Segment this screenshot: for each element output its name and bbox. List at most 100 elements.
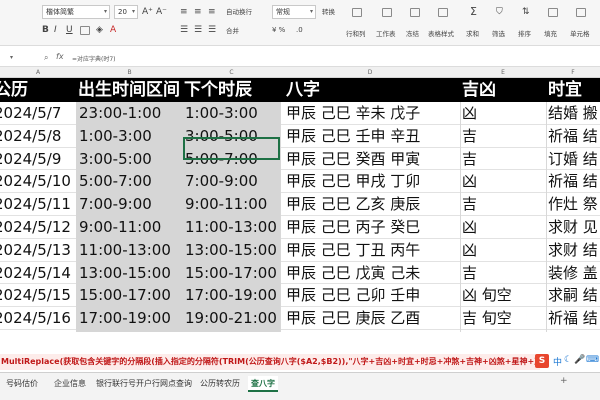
cell-jixiong[interactable]: 吉 旬空	[462, 307, 544, 330]
cell-date[interactable]: 2024/5/10	[0, 170, 74, 193]
header-cell-shiyi[interactable]: 时宜	[548, 78, 600, 102]
moon-icon[interactable]: ☾	[564, 355, 572, 365]
filter-button[interactable]: 筛选	[492, 28, 505, 38]
cell-bazi[interactable]: 甲辰 己巳 庚辰 乙酉	[286, 307, 458, 330]
cell-birth-range[interactable]: 13:00-15:00	[76, 261, 183, 285]
convert-button[interactable]: 转换	[322, 5, 335, 19]
align-center-icon[interactable]: ☰	[194, 24, 202, 36]
cell-next-shichen[interactable]: 11:00-13:00	[183, 216, 280, 239]
cell-jixiong[interactable]: 吉	[462, 148, 544, 171]
column-header-f[interactable]: F	[546, 67, 600, 78]
decrease-font-icon[interactable]: A⁻	[156, 6, 167, 18]
wrap-text-button[interactable]: 自动换行	[226, 5, 252, 19]
column-header-d[interactable]: D	[280, 67, 460, 78]
cell-birth-range[interactable]: 9:00-11:00	[76, 216, 183, 239]
cell-shiyi[interactable]: 订婚 结	[548, 148, 600, 171]
cell-birth-range[interactable]: 19:00-21:00	[76, 330, 183, 332]
font-color-icon[interactable]: A	[110, 24, 116, 36]
cell-next-shichen[interactable]: 5:00-7:00	[183, 147, 280, 171]
cell-bazi[interactable]: 甲辰 己巳 乙亥 庚辰	[286, 193, 458, 216]
cell-next-shichen[interactable]: 1:00-3:00	[183, 102, 280, 125]
cell-date[interactable]: 2024/5/17	[0, 330, 74, 332]
sum-button[interactable]: 求和	[466, 28, 479, 38]
column-header-b[interactable]: B	[76, 67, 183, 78]
cell-next-shichen[interactable]: 7:00-9:00	[183, 170, 280, 194]
cell-shiyi[interactable]: 作灶 祭	[548, 193, 600, 216]
header-cell-birth-range[interactable]: 出生时间区间	[78, 78, 183, 102]
cell-date[interactable]: 2024/5/13	[0, 239, 74, 262]
tab-calendar-convert[interactable]: 公历转农历	[200, 376, 240, 392]
microphone-icon[interactable]: 🎤	[574, 355, 585, 365]
header-cell-bazi[interactable]: 八字	[286, 78, 456, 102]
cell-jixiong[interactable]: 凶	[462, 102, 544, 125]
merge-button[interactable]: 合并	[226, 24, 239, 38]
add-sheet-icon[interactable]: +	[560, 376, 568, 386]
sort-button[interactable]: 排序	[518, 28, 531, 38]
cell-birth-range[interactable]: 23:00-1:00	[76, 102, 183, 125]
cell-bazi[interactable]: 甲辰 己巳 壬申 辛丑	[286, 125, 458, 148]
cell-next-shichen[interactable]: 17:00-19:00	[183, 284, 280, 308]
name-box-dropdown[interactable]: ▾	[10, 54, 13, 61]
rows-cols-button[interactable]: 行和列	[346, 28, 366, 38]
cell-next-shichen[interactable]: 13:00-15:00	[183, 238, 280, 262]
cell-jixiong[interactable]: 凶	[462, 216, 544, 239]
cell-shiyi[interactable]: 求嗣 结	[548, 330, 600, 332]
cell-jixiong[interactable]: 吉	[462, 193, 544, 216]
fill-button[interactable]: 填充	[544, 28, 557, 38]
font-name-select[interactable]: 楷体简繁 ▾	[42, 5, 110, 19]
border-icon[interactable]	[80, 26, 90, 35]
cell-bazi[interactable]: 甲辰 己巳 辛未 戊子	[286, 102, 458, 125]
keyboard-icon[interactable]: ⌨	[586, 355, 599, 365]
cell-jixiong[interactable]: 吉	[462, 262, 544, 285]
tab-bank-code-lookup[interactable]: 银行联行号开户行网点查询	[96, 376, 192, 392]
align-left-icon[interactable]: ☰	[180, 24, 188, 36]
tab-bazi-lookup[interactable]: 查八字	[248, 376, 278, 392]
cell-date[interactable]: 2024/5/9	[0, 148, 74, 171]
cell-next-shichen[interactable]: 19:00-21:00	[183, 307, 280, 330]
increase-font-icon[interactable]: A⁺	[142, 6, 153, 18]
cell-shiyi[interactable]: 祈福 结	[548, 170, 600, 193]
freeze-button[interactable]: 冻结	[406, 28, 419, 38]
table-style-button[interactable]: 表格样式	[428, 28, 454, 38]
cell-bazi[interactable]: 甲辰 己巳 甲戌 丁卯	[286, 170, 458, 193]
cell-date[interactable]: 2024/5/12	[0, 216, 74, 239]
align-bottom-icon[interactable]: ≡	[208, 6, 216, 18]
column-header-e[interactable]: E	[460, 67, 546, 78]
tab-company-info[interactable]: 企业信息	[54, 376, 86, 392]
align-right-icon[interactable]: ☰	[208, 24, 216, 36]
fx-icon[interactable]: fx	[56, 52, 64, 61]
cell-shiyi[interactable]: 求财 见	[548, 216, 600, 239]
cell-shiyi[interactable]: 结婚 搬	[548, 102, 600, 125]
cell-date[interactable]: 2024/5/16	[0, 307, 74, 330]
cell-jixiong[interactable]: 凶	[462, 330, 544, 332]
decimal-icon[interactable]: .0	[296, 24, 303, 36]
font-size-select[interactable]: 20 ▾	[114, 5, 138, 19]
column-header-c[interactable]: C	[183, 67, 280, 78]
header-cell-next-shichen[interactable]: 下个时辰	[184, 78, 280, 102]
cell-shiyi[interactable]: 装修 盖	[548, 262, 600, 285]
cell-bazi[interactable]: 甲辰 己巳 戊寅 己未	[286, 262, 458, 285]
cell-bazi[interactable]: 甲辰 己巳 己卯 壬申	[286, 284, 458, 307]
header-cell-jixiong[interactable]: 吉凶	[462, 78, 542, 102]
sheet-button[interactable]: 工作表	[376, 28, 396, 38]
cell-date[interactable]: 2024/5/7	[0, 102, 74, 125]
tab-number-valuation[interactable]: 号码估价	[6, 376, 38, 392]
cell-next-shichen[interactable]: 3:00-5:00	[183, 124, 280, 148]
header-cell-date[interactable]: 公历	[0, 78, 74, 102]
cell-shiyi[interactable]: 求财 结	[548, 239, 600, 262]
formula-input[interactable]: =对应字典(时7)	[72, 54, 116, 63]
italic-button[interactable]: I	[54, 24, 57, 36]
cell-next-shichen[interactable]: 9:00-11:00	[183, 193, 280, 216]
cell-shiyi[interactable]: 祈福 结	[548, 307, 600, 330]
cell-date[interactable]: 2024/5/15	[0, 284, 74, 307]
cell-birth-range[interactable]: 5:00-7:00	[76, 170, 183, 194]
cell-button[interactable]: 单元格	[570, 28, 590, 38]
cell-bazi[interactable]: 甲辰 己巳 丙子 癸巳	[286, 216, 458, 239]
cell-shiyi[interactable]: 求嗣 结	[548, 284, 600, 307]
underline-button[interactable]: U	[66, 24, 73, 36]
cell-jixiong[interactable]: 凶 旬空	[462, 284, 544, 307]
fill-color-icon[interactable]: ◈	[96, 24, 103, 36]
cell-date[interactable]: 2024/5/11	[0, 193, 74, 216]
currency-icon[interactable]: ¥ %	[272, 24, 285, 36]
cell-date[interactable]: 2024/5/8	[0, 125, 74, 148]
